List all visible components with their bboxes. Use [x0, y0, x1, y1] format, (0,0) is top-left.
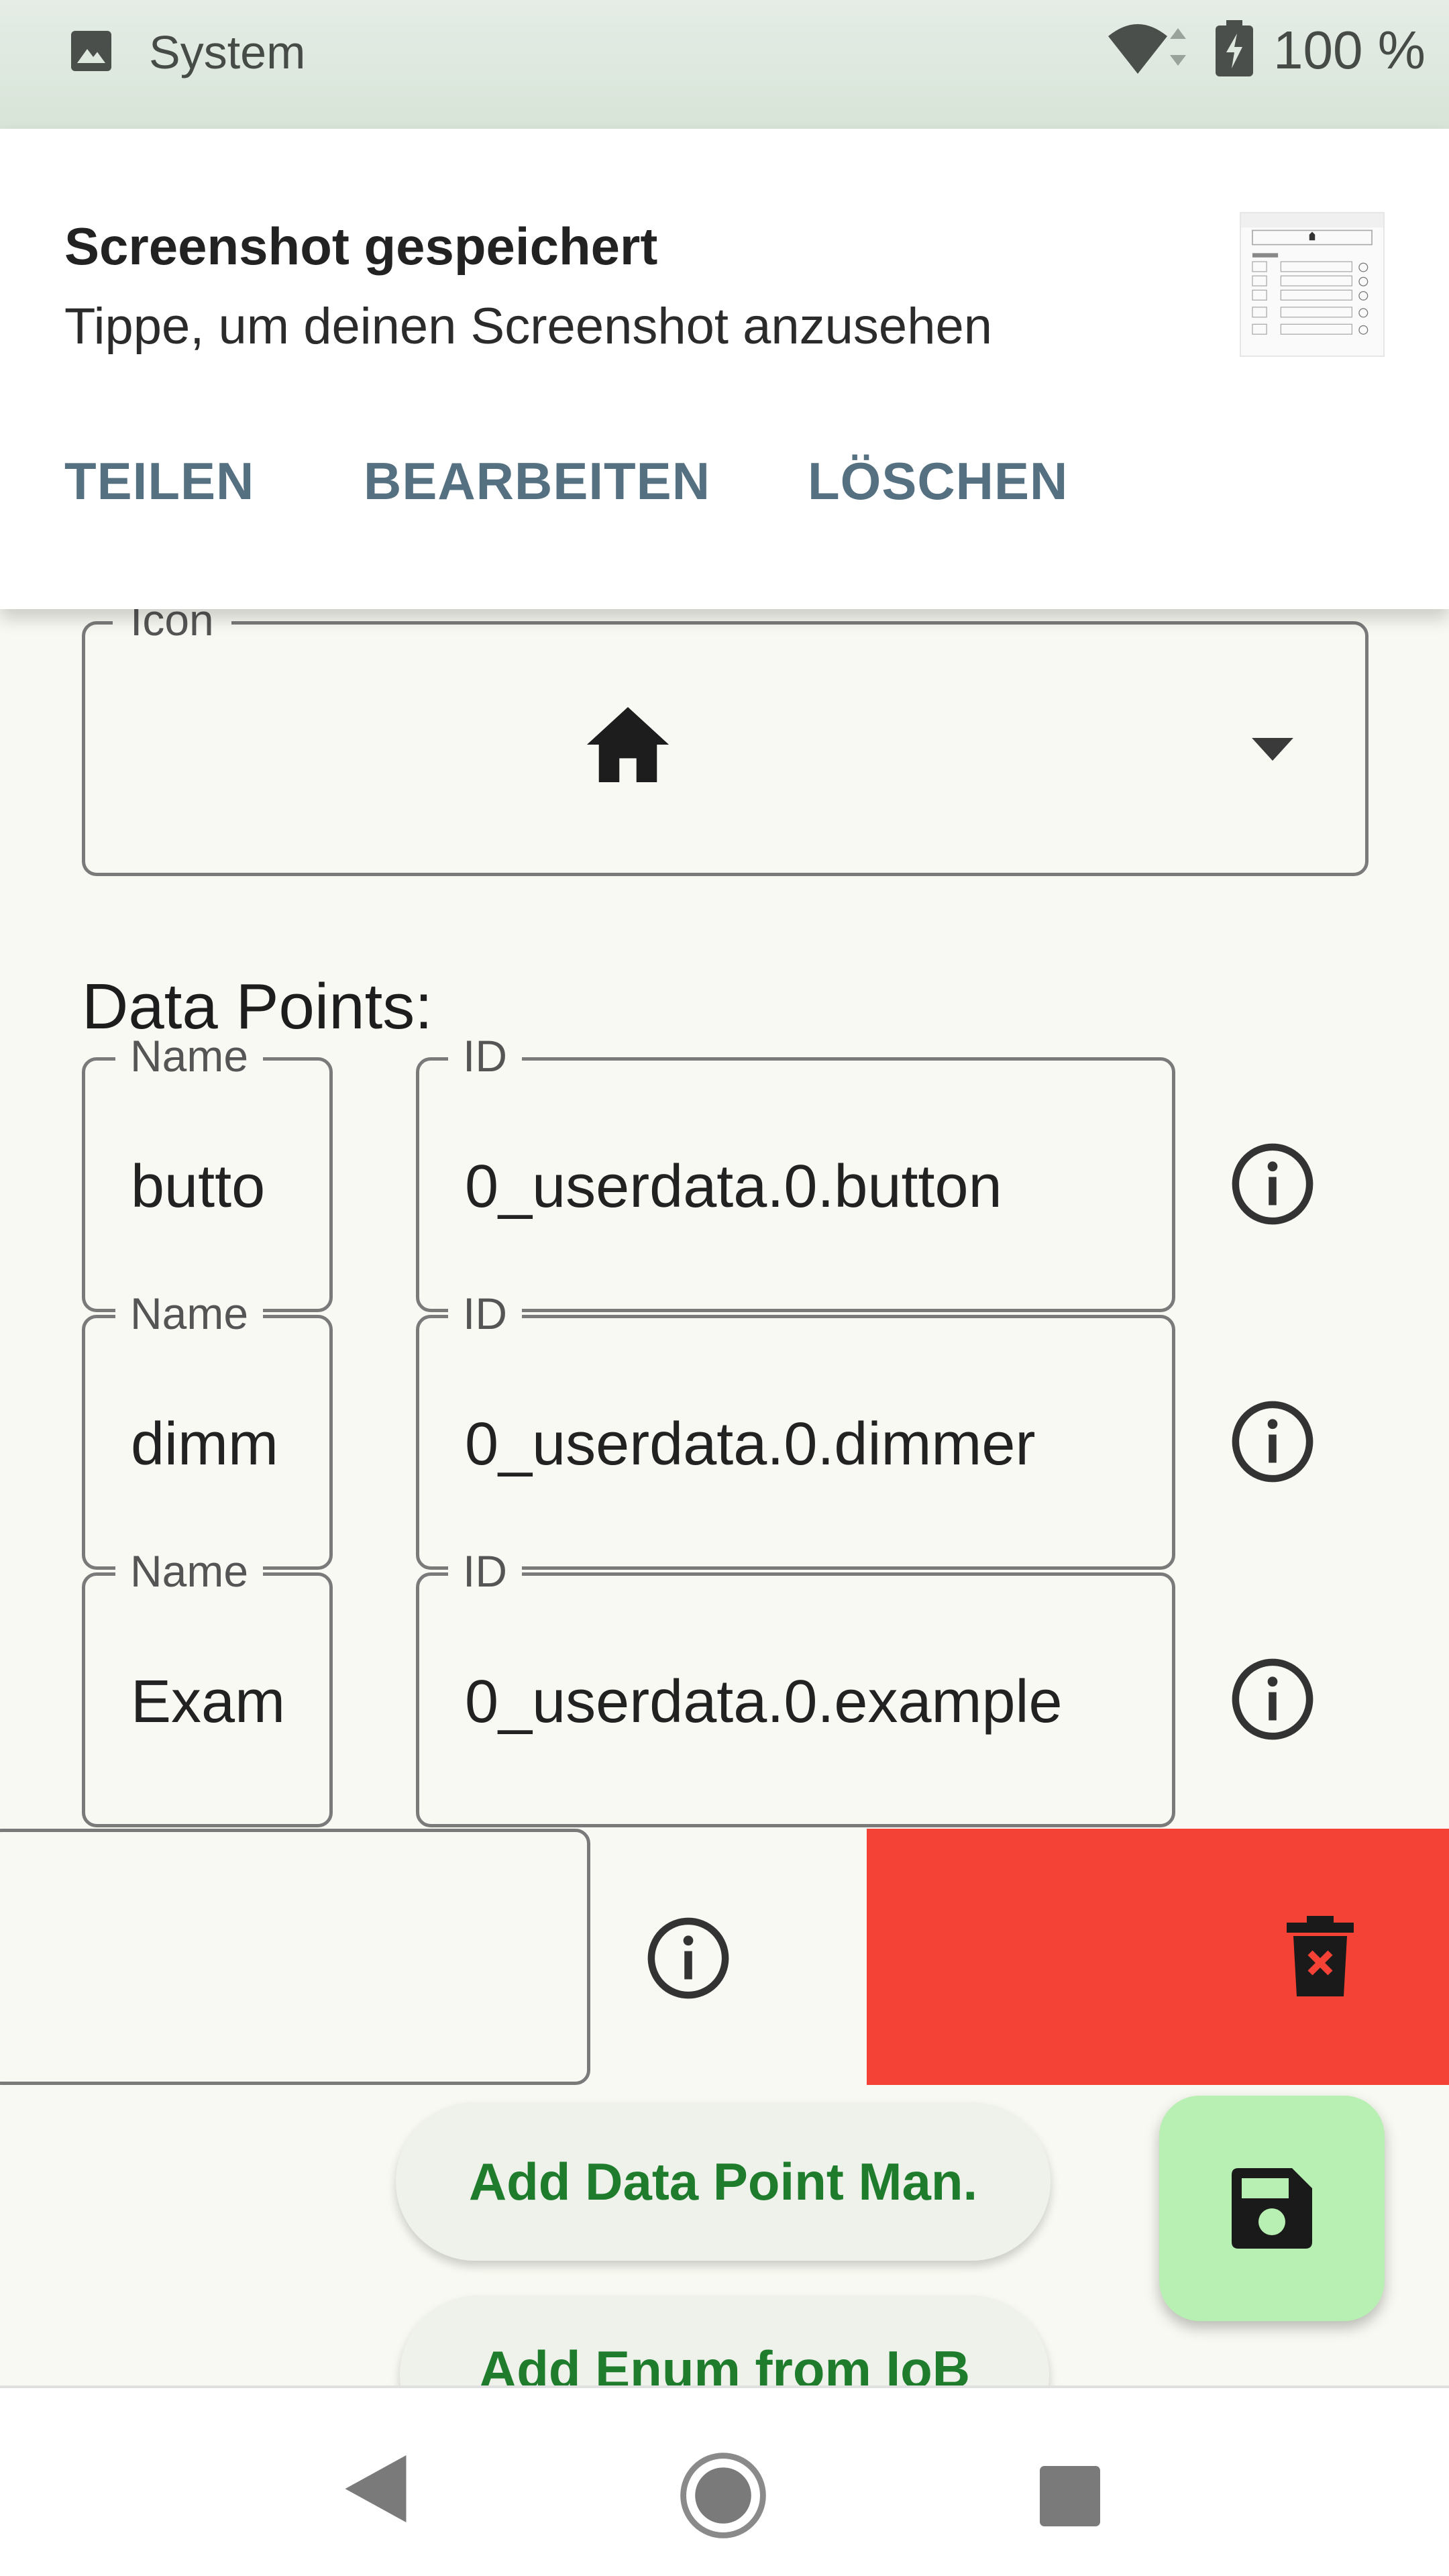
icon-select[interactable]: [82, 621, 1368, 876]
data-point-name-value: dimm: [131, 1411, 278, 1478]
data-point-name-label: Name: [115, 1289, 264, 1338]
data-point-id-input[interactable]: 0_userdata.0.button: [416, 1057, 1175, 1312]
delete-forever-icon[interactable]: [1287, 1916, 1354, 1996]
back-icon[interactable]: [342, 2455, 409, 2522]
data-point-name-value: butto: [131, 1153, 266, 1220]
screenshot-notification[interactable]: Screenshot gespeichert Tippe, um deinen …: [0, 129, 1449, 609]
save-icon: [1232, 2168, 1312, 2249]
recent-apps-icon[interactable]: [1040, 2466, 1100, 2526]
notification-body: Tippe, um deinen Screenshot anzusehen: [64, 298, 992, 355]
data-point-name-value: Exam: [131, 1668, 286, 1735]
data-point-id-input[interactable]: 0_userdata.0.example: [416, 1572, 1175, 1827]
status-bar: System 100 %: [0, 0, 1449, 129]
swipe-delete-background[interactable]: [867, 1829, 1449, 2085]
info-icon[interactable]: [1230, 1142, 1315, 1226]
data-point-id-value: 0_userdata.0.dimmer: [465, 1411, 1036, 1478]
data-point-name-input[interactable]: Exam: [82, 1572, 333, 1827]
data-point-id-label: ID: [448, 1547, 522, 1595]
save-fab[interactable]: [1159, 2096, 1385, 2321]
delete-action-button[interactable]: LÖSCHEN: [808, 451, 1068, 511]
image-icon: [71, 31, 111, 71]
swiped-data-point-input[interactable]: [0, 1829, 590, 2085]
data-point-name-label: Name: [115, 1032, 264, 1080]
wifi-icon: [1108, 24, 1186, 74]
screenshot-thumbnail[interactable]: [1240, 212, 1385, 357]
data-point-id-value: 0_userdata.0.example: [465, 1668, 1063, 1735]
edit-action-button[interactable]: BEARBEITEN: [364, 451, 710, 511]
battery-percentage: 100 %: [1273, 20, 1426, 80]
add-data-point-button[interactable]: Add Data Point Man.: [396, 2102, 1051, 2261]
home-icon: [586, 707, 669, 782]
notification-title: Screenshot gespeichert: [64, 217, 658, 276]
data-point-name-input[interactable]: butto: [82, 1057, 333, 1312]
share-action-button[interactable]: TEILEN: [64, 451, 254, 511]
status-app-label: System: [149, 26, 306, 78]
info-icon[interactable]: [1230, 1657, 1315, 1741]
battery-charging-icon: [1216, 20, 1253, 76]
data-point-id-label: ID: [448, 1032, 522, 1080]
home-button-icon[interactable]: [679, 2451, 767, 2540]
data-point-name-label: Name: [115, 1547, 264, 1595]
info-icon[interactable]: [1230, 1399, 1315, 1484]
data-point-id-value: 0_userdata.0.button: [465, 1153, 1002, 1220]
data-point-id-label: ID: [448, 1289, 522, 1338]
data-point-id-input[interactable]: 0_userdata.0.dimmer: [416, 1315, 1175, 1570]
info-icon[interactable]: [646, 1916, 731, 2000]
navigation-bar: [0, 2385, 1449, 2576]
chevron-down-icon[interactable]: [1252, 738, 1293, 761]
data-point-name-input[interactable]: dimm: [82, 1315, 333, 1570]
thumbnail-preview-icon: [1241, 213, 1383, 335]
